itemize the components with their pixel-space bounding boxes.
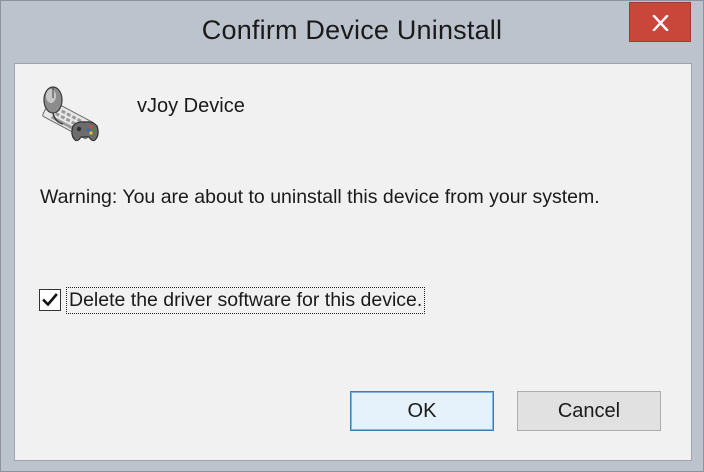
close-button[interactable] bbox=[629, 2, 691, 42]
window-title: Confirm Device Uninstall bbox=[201, 15, 503, 45]
ok-button[interactable]: OK bbox=[350, 391, 494, 431]
delete-driver-label[interactable]: Delete the driver software for this devi… bbox=[66, 286, 426, 314]
device-name: vJoy Device bbox=[137, 95, 245, 117]
dialog-content: vJoy Device Warning: You are about to un… bbox=[14, 63, 692, 461]
confirm-device-uninstall-dialog: Confirm Device Uninstall vJoy Device War… bbox=[0, 0, 704, 472]
checkmark-icon bbox=[42, 293, 58, 307]
title-bar[interactable]: Confirm Device Uninstall bbox=[1, 1, 703, 63]
delete-driver-checkbox[interactable] bbox=[39, 289, 61, 311]
vjoy-device-icon bbox=[42, 86, 99, 142]
close-icon bbox=[652, 15, 669, 31]
warning-message: Warning: You are about to uninstall this… bbox=[40, 186, 600, 208]
cancel-button[interactable]: Cancel bbox=[517, 391, 661, 431]
delete-driver-option[interactable]: Delete the driver software for this devi… bbox=[39, 286, 426, 314]
